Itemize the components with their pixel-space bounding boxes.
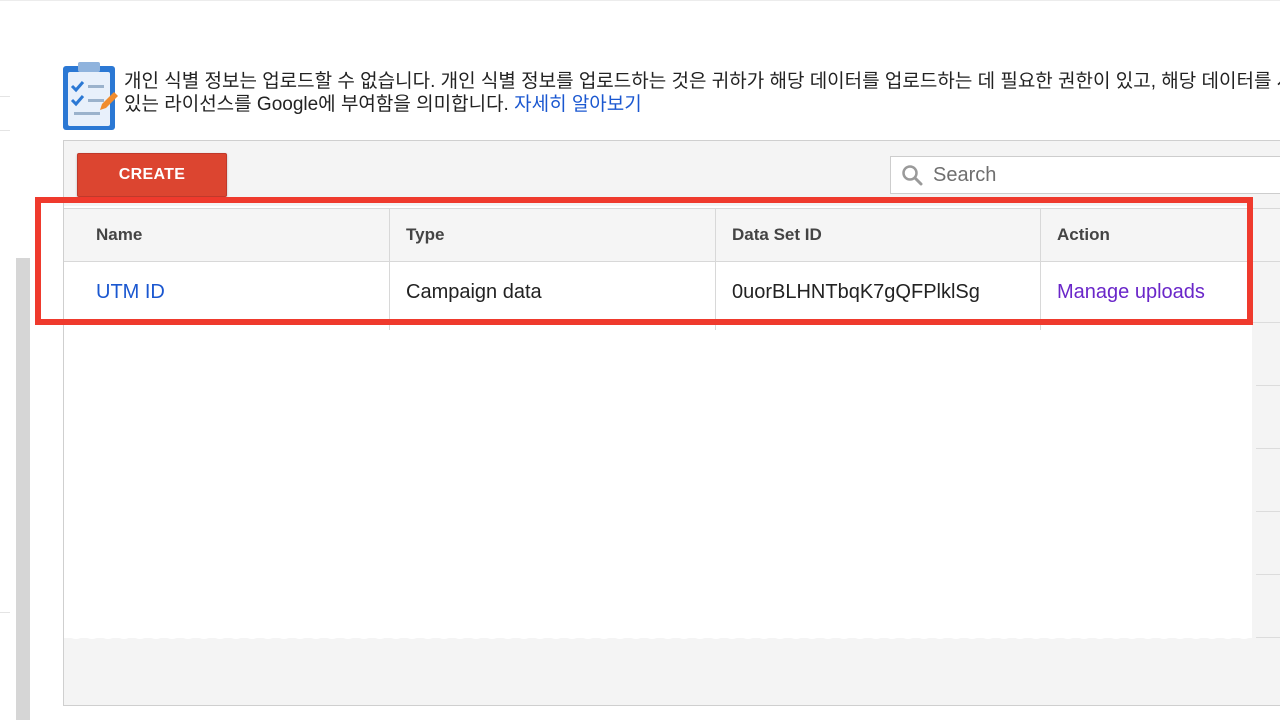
left-divider [0, 96, 10, 97]
data-set-name-link[interactable]: UTM ID [96, 281, 165, 304]
search-box[interactable] [890, 156, 1280, 194]
left-divider [0, 130, 10, 131]
header-type[interactable]: Type [374, 209, 700, 261]
left-divider [0, 612, 10, 613]
header-name[interactable]: Name [64, 209, 390, 261]
right-divider [1256, 637, 1280, 638]
right-divider [1256, 574, 1280, 575]
right-divider [1256, 511, 1280, 512]
right-divider [1256, 448, 1280, 449]
checklist-icon [62, 60, 118, 132]
learn-more-link[interactable]: 자세히 알아보기 [514, 94, 642, 115]
top-divider [0, 0, 1280, 1]
search-input[interactable] [931, 162, 1235, 188]
create-button[interactable]: CREATE [77, 153, 227, 197]
right-divider [1256, 385, 1280, 386]
row-divider [64, 322, 1280, 323]
column-divider [715, 208, 716, 330]
table-row-type: Campaign data [406, 280, 542, 303]
notice-line-2-text: 있는 라이선스를 Google에 부여함을 의미합니다. [124, 94, 509, 115]
notice-line-2: 있는 라이선스를 Google에 부여함을 의미합니다. 자세히 알아보기 [124, 93, 1280, 116]
column-divider [1040, 208, 1041, 330]
pii-notice: 개인 식별 정보는 업로드할 수 없습니다. 개인 식별 정보를 업로드하는 것… [124, 70, 1280, 116]
torn-edge [64, 630, 1252, 639]
left-scroll-strip[interactable] [16, 258, 30, 720]
header-data-set-id[interactable]: Data Set ID [700, 209, 1026, 261]
table-row-name: UTM ID [64, 262, 390, 322]
column-divider [389, 208, 390, 330]
notice-line-1: 개인 식별 정보는 업로드할 수 없습니다. 개인 식별 정보를 업로드하는 것… [124, 71, 1280, 92]
table-row-data-set-id: 0uorBLHNTbqK7gQFPlklSg [732, 280, 980, 303]
search-icon [902, 165, 923, 186]
header-action: Action [1057, 225, 1110, 244]
manage-uploads-link[interactable]: Manage uploads [1057, 281, 1205, 304]
table-header: Name Type Data Set ID Action [64, 208, 1280, 262]
table-row-action: Manage uploads [1025, 262, 1255, 322]
data-import-page: 개인 식별 정보는 업로드할 수 없습니다. 개인 식별 정보를 업로드하는 것… [0, 0, 1280, 720]
